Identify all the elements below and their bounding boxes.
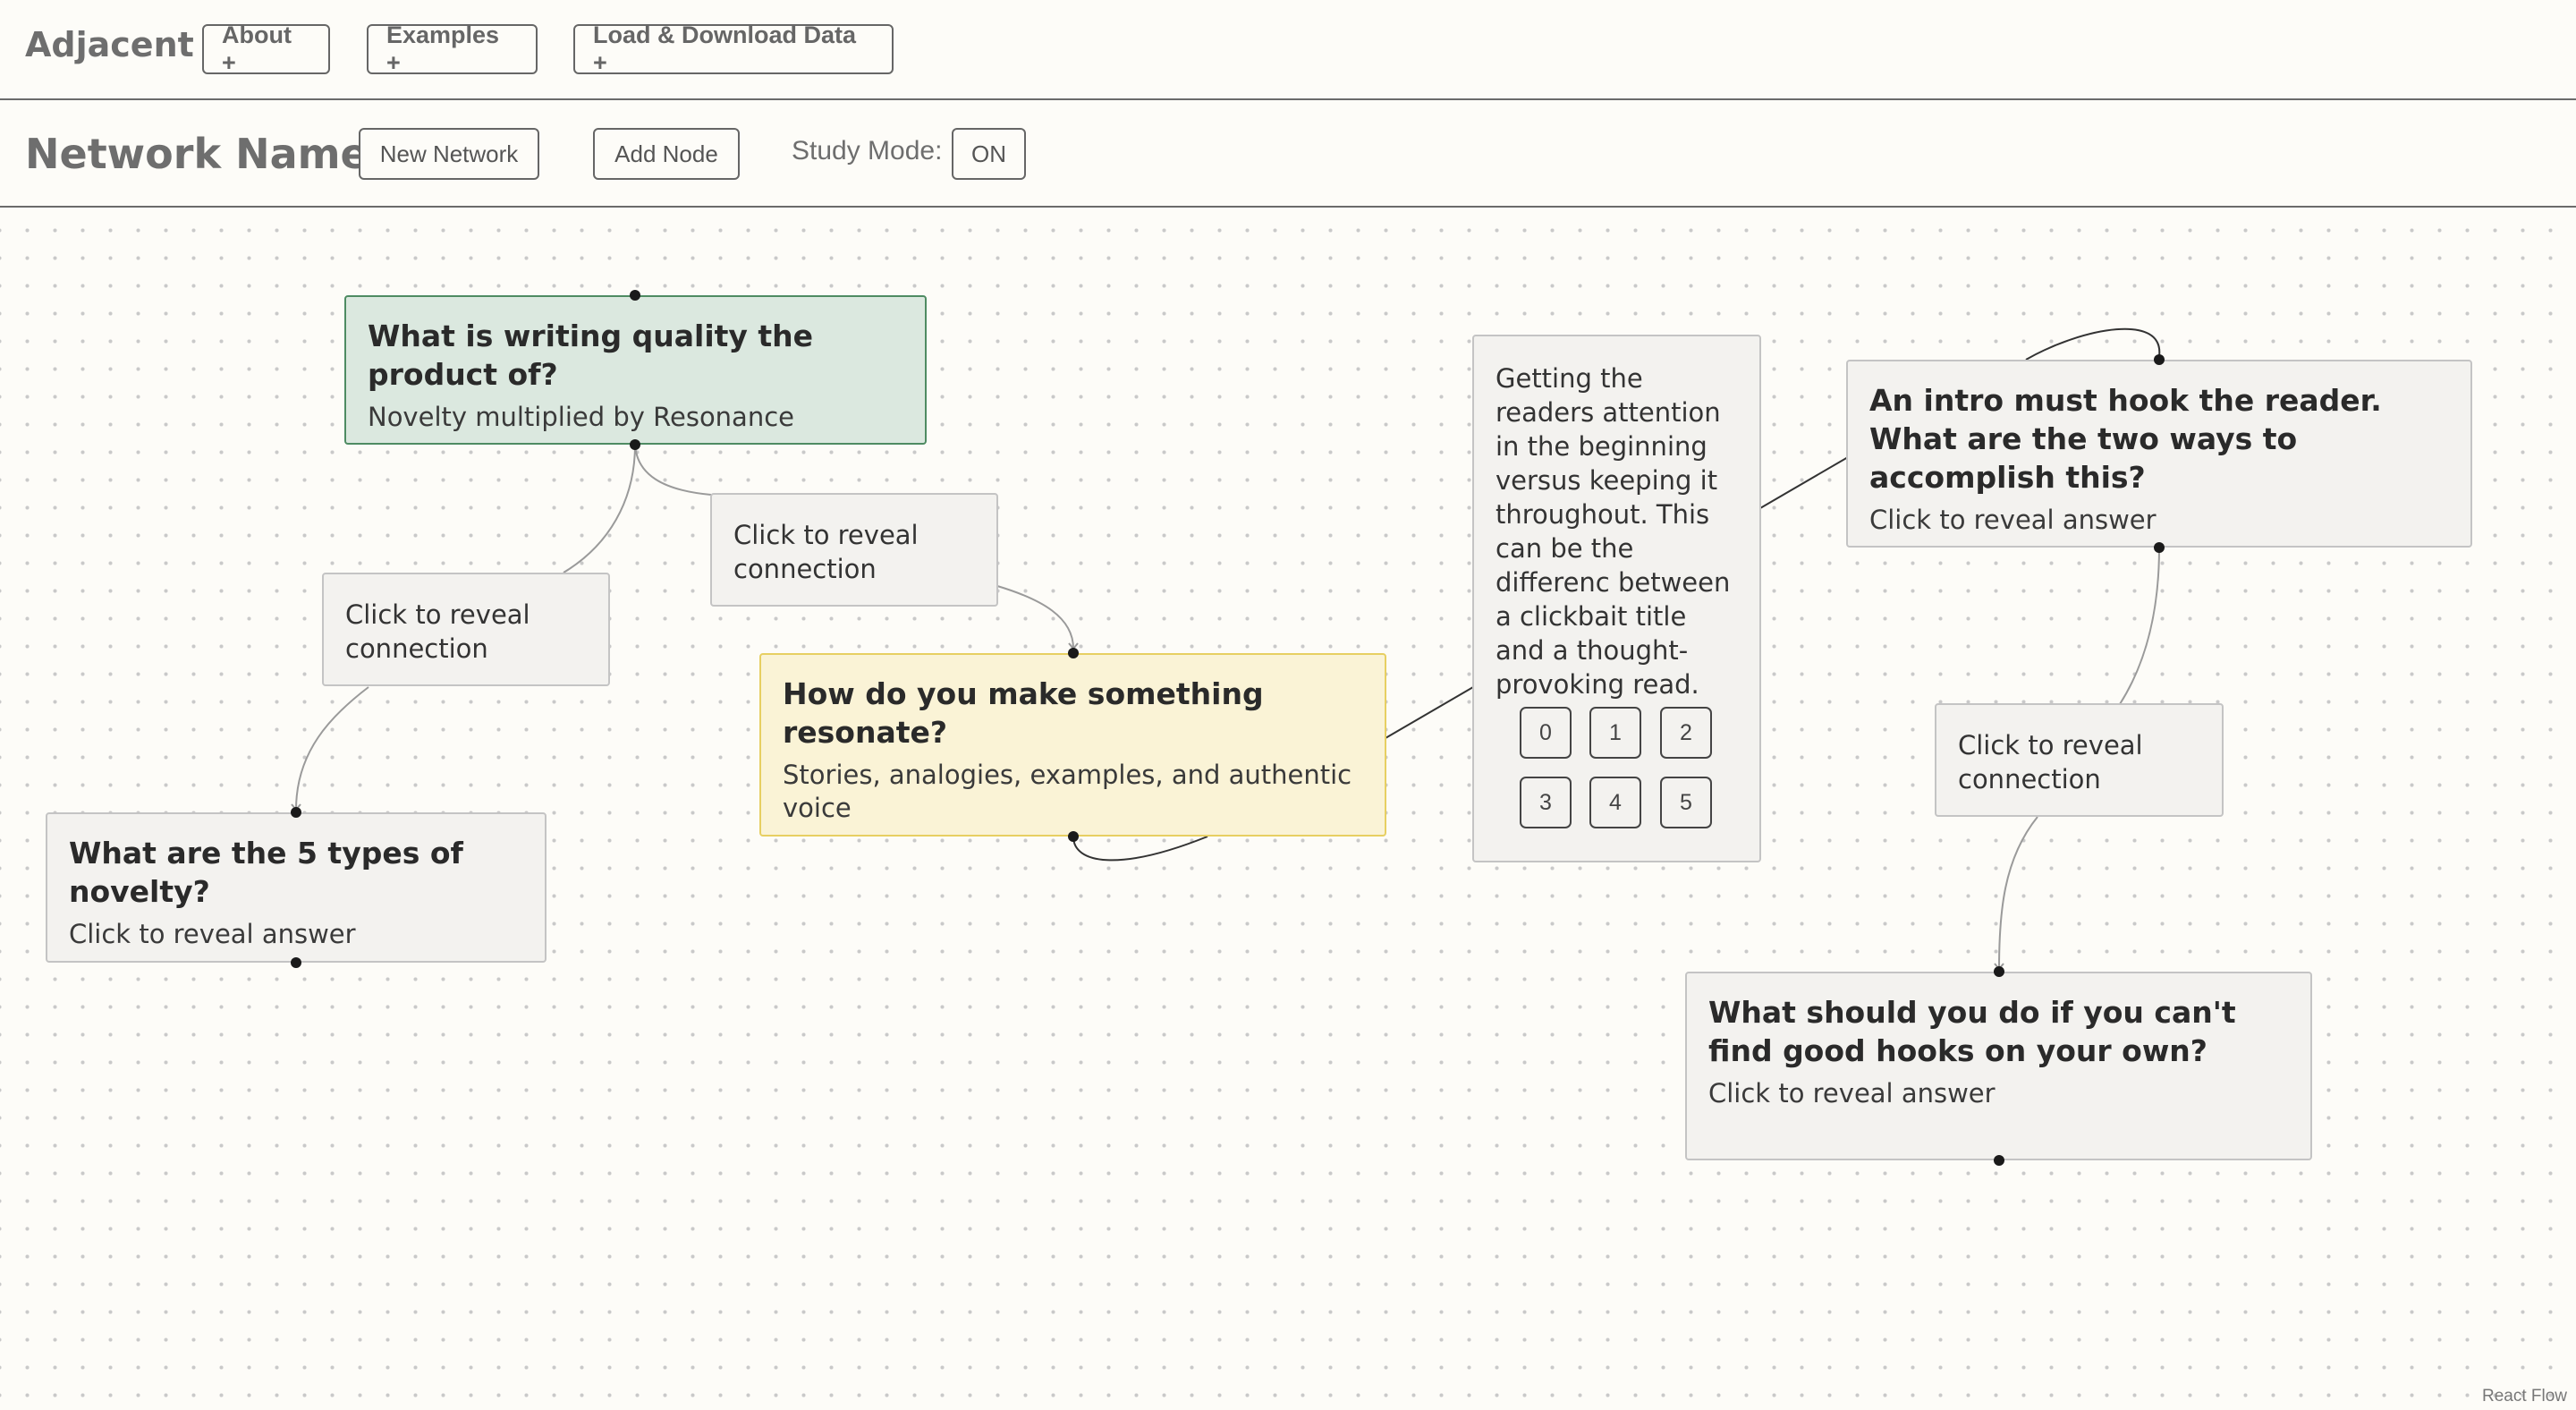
revealed-connection-text: Getting the readers attention in the beg…: [1496, 363, 1731, 700]
node-question: What is writing quality the product of?: [368, 319, 814, 392]
node-intro-hook[interactable]: An intro must hook the reader. What are …: [1846, 360, 2472, 548]
connection-text: Click to reveal connection: [345, 599, 530, 664]
handle-top[interactable]: [2154, 354, 2165, 365]
handle-bottom[interactable]: [1068, 831, 1079, 842]
handle-top[interactable]: [1994, 966, 2004, 977]
rating-button-1[interactable]: 1: [1589, 707, 1641, 759]
node-answer: Click to reveal answer: [1869, 505, 2157, 535]
handle-bottom[interactable]: [1994, 1155, 2004, 1166]
handle-top[interactable]: [291, 807, 301, 818]
rating-button-0[interactable]: 0: [1520, 707, 1572, 759]
connection-label-quality-resonate[interactable]: Click to reveal connection: [710, 493, 998, 607]
rating-button-5[interactable]: 5: [1660, 777, 1712, 828]
node-novelty-types[interactable]: What are the 5 types of novelty? Click t…: [46, 812, 547, 963]
connection-label-intro-hooks[interactable]: Click to reveal connection: [1935, 703, 2224, 817]
node-good-hooks[interactable]: What should you do if you can't find goo…: [1685, 972, 2312, 1160]
handle-top[interactable]: [1068, 648, 1079, 658]
connection-text: Click to reveal connection: [1958, 730, 2143, 794]
add-node-button[interactable]: Add Node: [593, 128, 740, 180]
examples-button[interactable]: Examples +: [367, 21, 538, 76]
node-answer: Stories, analogies, examples, and authen…: [783, 760, 1352, 823]
network-name-title[interactable]: Network Name: [25, 130, 369, 178]
node-answer: Click to reveal answer: [1708, 1078, 1996, 1108]
app-title: Adjacent: [25, 25, 194, 64]
node-question: An intro must hook the reader. What are …: [1869, 383, 2382, 495]
study-mode-toggle[interactable]: ON: [952, 128, 1026, 180]
node-writing-quality[interactable]: What is writing quality the product of? …: [344, 295, 927, 445]
connection-label-quality-novelty[interactable]: Click to reveal connection: [322, 573, 610, 686]
handle-bottom[interactable]: [2154, 542, 2165, 553]
node-question: How do you make something resonate?: [783, 676, 1264, 750]
node-question: What are the 5 types of novelty?: [69, 836, 463, 909]
handle-top[interactable]: [630, 290, 640, 301]
rating-button-3[interactable]: 3: [1520, 777, 1572, 828]
handle-bottom[interactable]: [291, 957, 301, 968]
rating-button-2[interactable]: 2: [1660, 707, 1712, 759]
connection-text: Click to reveal connection: [733, 520, 919, 584]
about-button[interactable]: About +: [202, 21, 330, 76]
node-resonate[interactable]: How do you make something resonate? Stor…: [759, 653, 1386, 837]
node-answer: Click to reveal answer: [69, 919, 356, 949]
study-mode-label: Study Mode:: [792, 136, 943, 166]
handle-bottom[interactable]: [630, 439, 640, 450]
rating-button-4[interactable]: 4: [1589, 777, 1641, 828]
react-flow-attribution[interactable]: React Flow: [2482, 1387, 2567, 1406]
load-download-data-button[interactable]: Load & Download Data +: [573, 21, 894, 76]
new-network-button[interactable]: New Network: [359, 128, 539, 180]
node-question: What should you do if you can't find goo…: [1708, 995, 2236, 1068]
node-answer: Novelty multiplied by Resonance: [368, 402, 794, 432]
